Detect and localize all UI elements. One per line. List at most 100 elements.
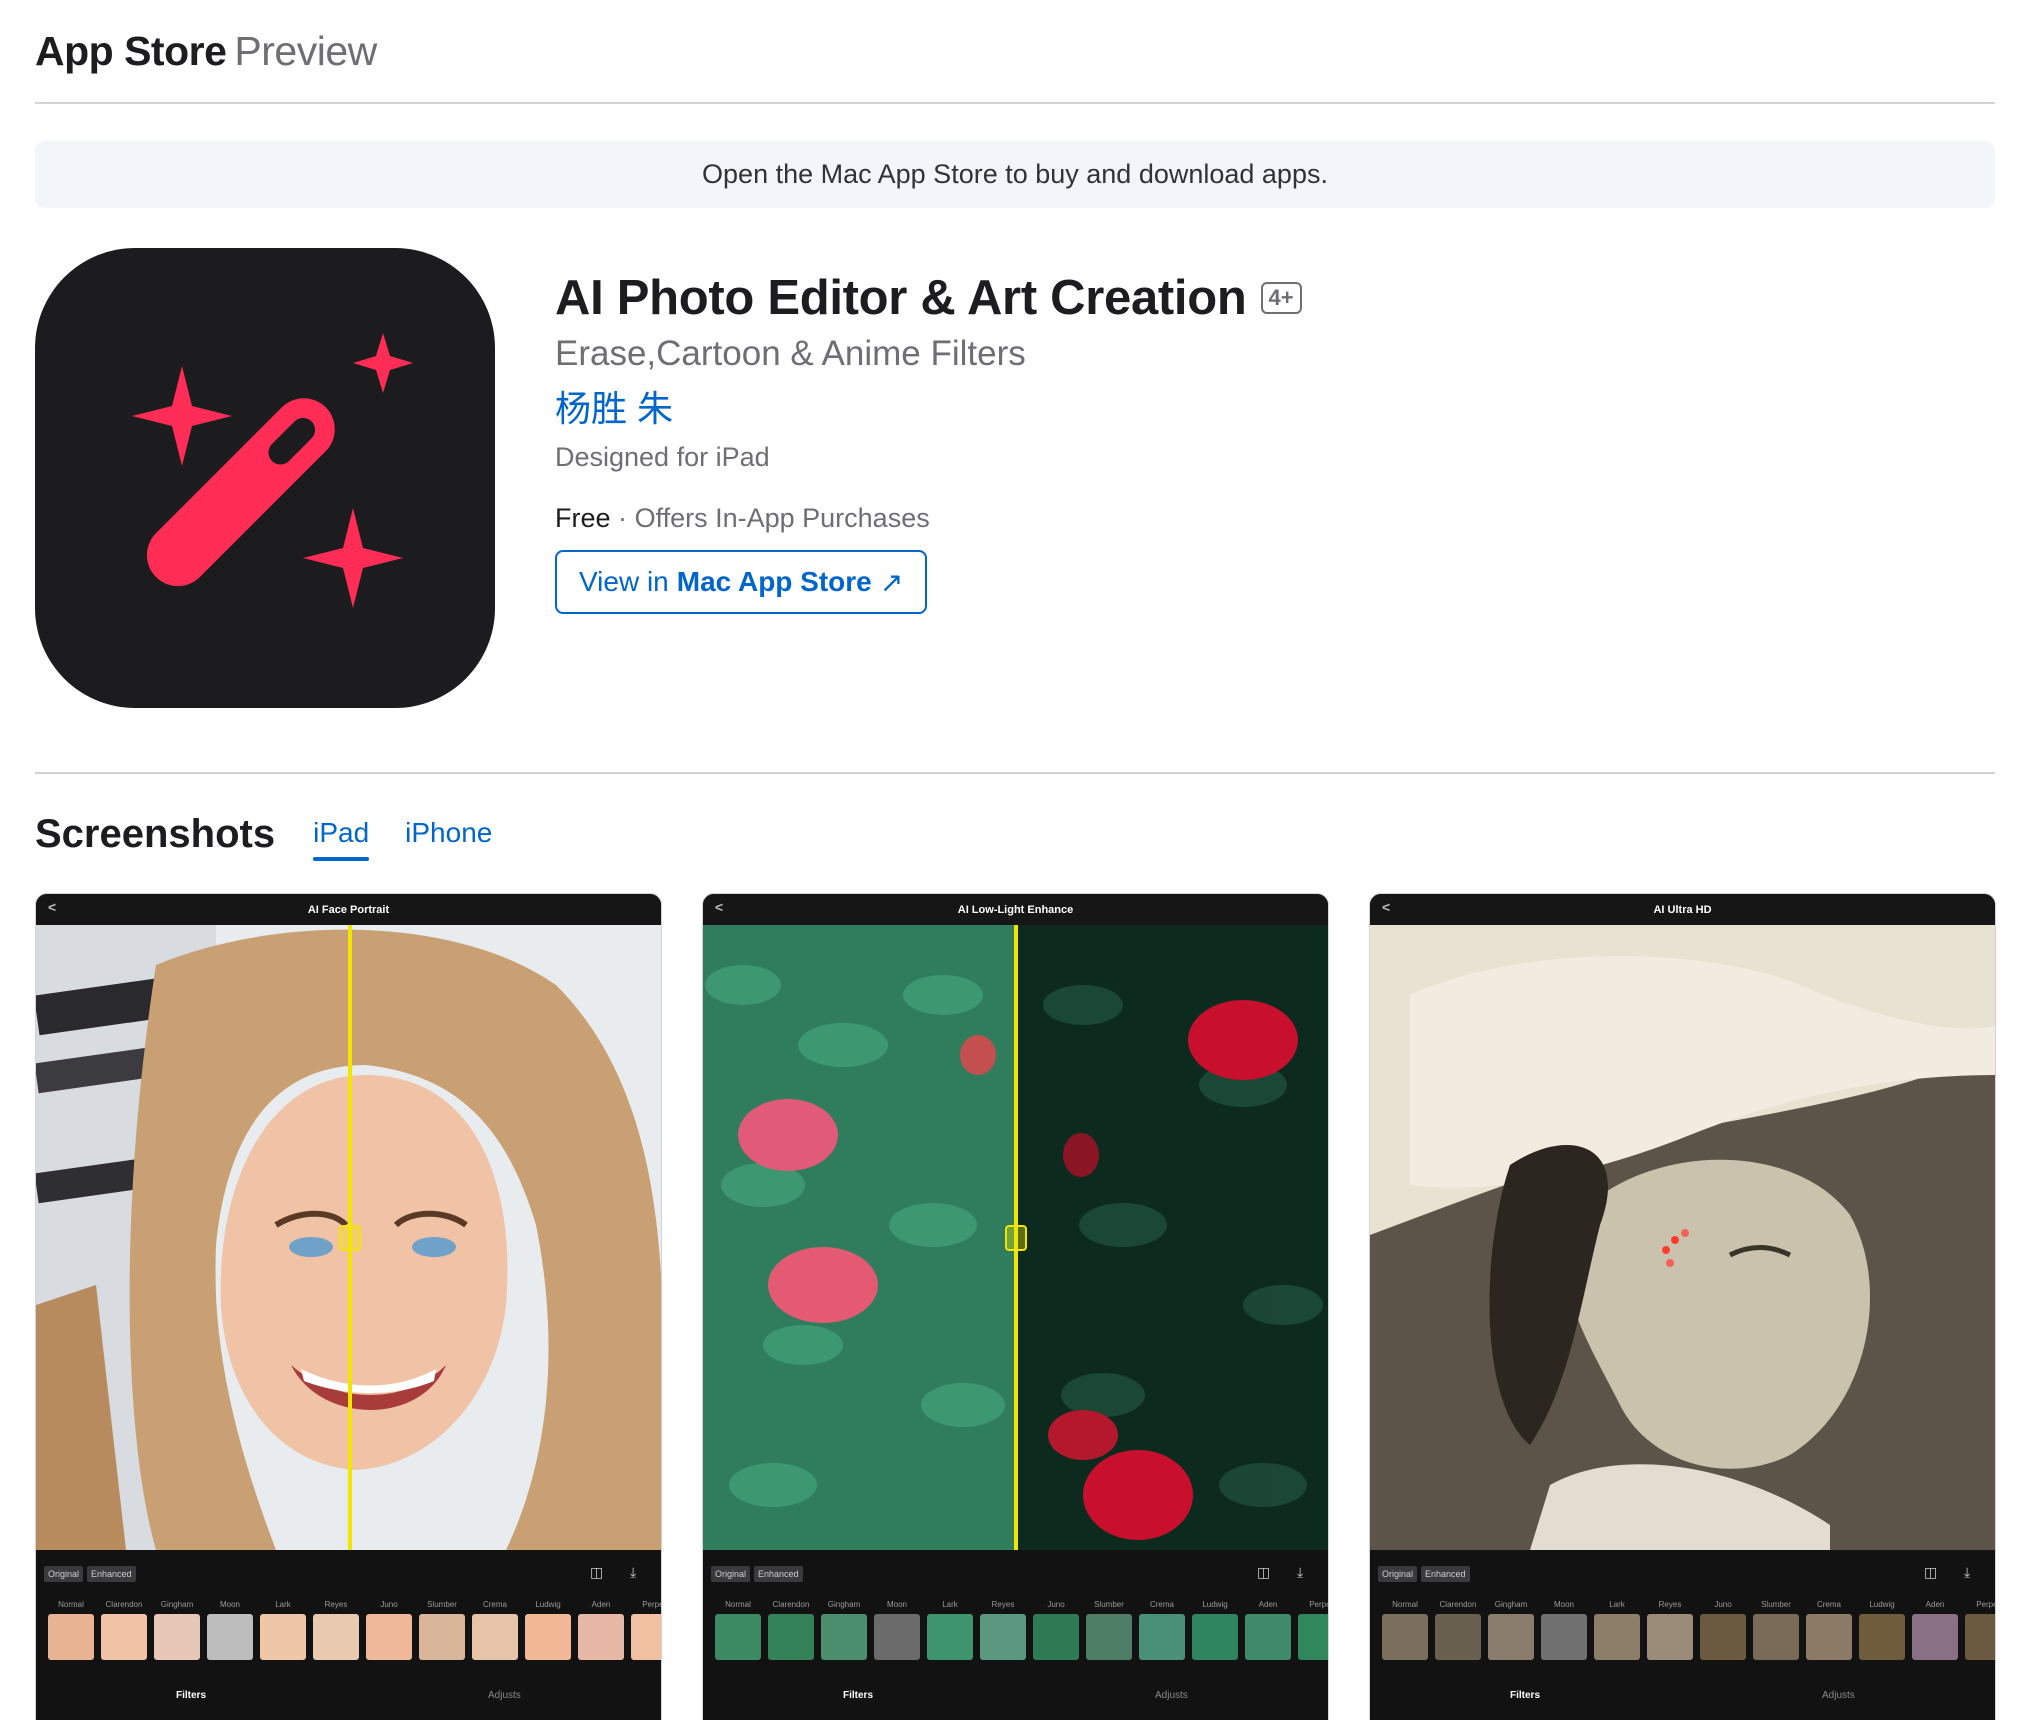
filter-option[interactable]: Aden (1912, 1600, 1958, 1660)
filter-option[interactable]: Perpet (631, 1600, 661, 1660)
filter-option[interactable]: Lark (927, 1600, 973, 1660)
toggle-enhanced[interactable]: Enhanced (1421, 1566, 1470, 1582)
compare-icon[interactable]: ◫ (1257, 1564, 1270, 1581)
developer-link[interactable]: 杨胜 朱 (555, 380, 1855, 432)
filter-thumbnail (1192, 1614, 1238, 1660)
toggle-original[interactable]: Original (44, 1566, 84, 1582)
filter-option[interactable]: Crema (1806, 1600, 1852, 1660)
tab-filters[interactable]: Filters (176, 1690, 206, 1701)
filter-thumbnail (1965, 1614, 1995, 1660)
compare-slider-handle[interactable] (339, 1225, 361, 1251)
filter-option[interactable]: Gingham (154, 1600, 200, 1660)
age-rating-badge: 4+ (1260, 282, 1302, 314)
filter-option[interactable]: Juno (1700, 1600, 1746, 1660)
tab-filters[interactable]: Filters (843, 1690, 873, 1701)
filter-label: Normal (58, 1600, 84, 1609)
view-in-mac-app-store-button[interactable]: View in Mac App Store ↗ (555, 550, 928, 614)
toggle-original[interactable]: Original (1378, 1566, 1418, 1582)
filter-option[interactable]: Reyes (313, 1600, 359, 1660)
filter-option[interactable]: Juno (1033, 1600, 1079, 1660)
toggle-enhanced[interactable]: Enhanced (754, 1566, 803, 1582)
tab-adjusts[interactable]: Adjusts (1822, 1690, 1855, 1701)
tab-filters[interactable]: Filters (1510, 1690, 1540, 1701)
download-icon[interactable]: ⤓ (630, 1564, 636, 1581)
tab-adjusts[interactable]: Adjusts (488, 1690, 521, 1701)
compare-icon[interactable]: ◫ (1924, 1564, 1937, 1581)
filter-label: Lark (275, 1600, 291, 1609)
filter-label: Slumber (1761, 1600, 1791, 1609)
filter-option[interactable]: Perpet (1965, 1600, 1995, 1660)
filter-option[interactable]: Ludwig (525, 1600, 571, 1660)
page-header: App Store Preview (35, 28, 1995, 104)
filter-thumbnail (154, 1614, 200, 1660)
toggle-enhanced[interactable]: Enhanced (87, 1566, 136, 1582)
filter-option[interactable]: Reyes (1647, 1600, 1693, 1660)
price: Free (555, 503, 611, 533)
tab-iphone[interactable]: iPhone (405, 817, 492, 857)
filter-label: Gingham (827, 1600, 861, 1609)
filter-option[interactable]: Ludwig (1859, 1600, 1905, 1660)
download-icon[interactable]: ⤓ (1297, 1564, 1303, 1581)
filter-option[interactable]: Moon (1541, 1600, 1587, 1660)
filter-option[interactable]: Aden (1245, 1600, 1291, 1660)
tab-adjusts[interactable]: Adjusts (1155, 1690, 1188, 1701)
filter-thumbnail (525, 1614, 571, 1660)
filter-option[interactable]: Normal (715, 1600, 761, 1660)
filter-option[interactable]: Crema (1139, 1600, 1185, 1660)
filter-label: Ludwig (1869, 1600, 1895, 1609)
app-title: AI Photo Editor & Art Creation (555, 271, 1247, 325)
filter-option[interactable]: Juno (366, 1600, 412, 1660)
filter-thumbnail (1594, 1614, 1640, 1660)
filter-label: Moon (886, 1600, 907, 1609)
filter-option[interactable]: Slumber (1753, 1600, 1799, 1660)
screenshot-2[interactable]: < AI Low-Light Enhance Original Enhanced… (702, 893, 1329, 1720)
compare-icon[interactable]: ◫ (590, 1564, 603, 1581)
app-store-brand[interactable]: App Store Preview (35, 28, 377, 74)
original-enhanced-toggle[interactable]: Original Enhanced (44, 1566, 136, 1582)
filter-option[interactable]: Normal (1382, 1600, 1428, 1660)
download-icon[interactable]: ⤓ (1964, 1564, 1970, 1581)
filter-label: Slumber (427, 1600, 457, 1609)
original-enhanced-toggle[interactable]: Original Enhanced (1378, 1566, 1470, 1582)
filter-label: Aden (1925, 1600, 1945, 1609)
filter-option[interactable]: Lark (1594, 1600, 1640, 1660)
filter-option[interactable]: Gingham (1488, 1600, 1534, 1660)
filter-thumbnail (207, 1614, 253, 1660)
screenshot-title-bar: < AI Low-Light Enhance (703, 894, 1328, 925)
filter-option[interactable]: Crema (472, 1600, 518, 1660)
magic-wand-icon (132, 333, 413, 608)
filter-option[interactable]: Gingham (821, 1600, 867, 1660)
filter-option[interactable]: Clarendon (768, 1600, 814, 1660)
filter-thumbnail (1647, 1614, 1693, 1660)
filter-option[interactable]: Clarendon (1435, 1600, 1481, 1660)
filter-strip: Normal Clarendon Gingham Moon Lark Reyes Juno S… (715, 1600, 1328, 1660)
filter-option[interactable]: Normal (48, 1600, 94, 1660)
tab-ipad[interactable]: iPad (313, 817, 370, 861)
filter-option[interactable]: Aden (578, 1600, 624, 1660)
screenshot-3[interactable]: < AI Ultra HD Original Enhanced ◫ ⤓ Norm… (1369, 893, 1996, 1720)
filter-label: Reyes (1658, 1600, 1682, 1609)
filter-thumbnail (927, 1614, 973, 1660)
filter-option[interactable]: Lark (260, 1600, 306, 1660)
filter-thumbnail (1541, 1614, 1587, 1660)
filter-option[interactable]: Slumber (1086, 1600, 1132, 1660)
filter-option[interactable]: Clarendon (101, 1600, 147, 1660)
filter-thumbnail (821, 1614, 867, 1660)
screenshot-1[interactable]: < AI Face Portrait Original Enhanced ◫ ⤓… (35, 893, 662, 1720)
filter-option[interactable]: Ludwig (1192, 1600, 1238, 1660)
filter-option[interactable]: Slumber (419, 1600, 465, 1660)
filter-label: Reyes (324, 1600, 348, 1609)
filter-option[interactable]: Moon (874, 1600, 920, 1660)
filter-label: Aden (1258, 1600, 1278, 1609)
original-enhanced-toggle[interactable]: Original Enhanced (711, 1566, 803, 1582)
filter-label: Gingham (1494, 1600, 1528, 1609)
filter-option[interactable]: Moon (207, 1600, 253, 1660)
filter-option[interactable]: Perpet (1298, 1600, 1328, 1660)
toggle-original[interactable]: Original (711, 1566, 751, 1582)
filter-option[interactable]: Reyes (980, 1600, 1026, 1660)
view-button-prefix: View in (579, 566, 669, 597)
compare-slider-handle[interactable] (1005, 1225, 1027, 1251)
editor-controls: Original Enhanced ◫ ⤓ Normal Clarendon Gin… (1370, 1550, 1995, 1720)
filter-strip: Normal Clarendon Gingham Moon Lark Reyes Juno S… (1382, 1600, 1995, 1660)
filter-thumbnail (1806, 1614, 1852, 1660)
